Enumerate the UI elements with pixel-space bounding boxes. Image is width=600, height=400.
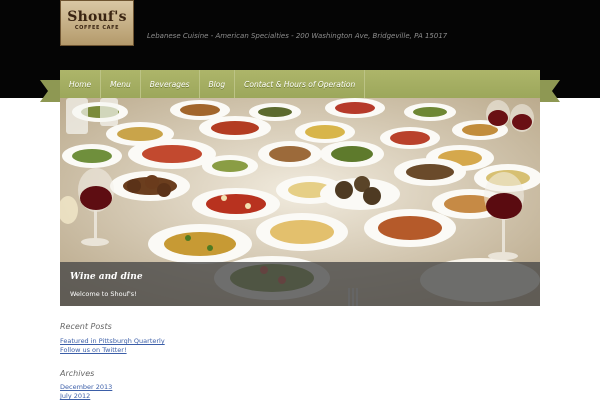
slider-caption-title: Wine and dine — [70, 272, 143, 282]
main-navigation: Home Menu Beverages Blog Contact & Hours… — [60, 70, 540, 98]
logo-subtext: COFFEE CAFE — [74, 25, 120, 31]
archive-link[interactable]: July 2012 — [60, 392, 90, 400]
site-logo[interactable]: Shouf's COFFEE CAFE — [60, 0, 134, 46]
recent-post-link[interactable]: Featured in Pittsburgh Quarterly — [60, 337, 165, 345]
nav-item-home[interactable]: Home — [60, 70, 102, 98]
nav-item-contact[interactable]: Contact & Hours of Operation — [235, 70, 366, 98]
site-tagline: Lebanese Cuisine - American Specialties … — [147, 32, 448, 40]
recent-post-link[interactable]: Follow us on Twitter! — [60, 346, 127, 354]
logo-wordmark: Shouf's — [67, 9, 127, 25]
slider-caption: Wine and dine Welcome to Shouf's! — [60, 262, 540, 306]
archives-heading: Archives — [60, 369, 95, 378]
nav-item-blog[interactable]: Blog — [200, 70, 236, 98]
recent-posts-heading: Recent Posts — [60, 322, 112, 331]
hero-slider[interactable]: Wine and dine Welcome to Shouf's! — [60, 98, 540, 306]
nav-item-beverages[interactable]: Beverages — [141, 70, 200, 98]
nav-item-menu[interactable]: Menu — [101, 70, 141, 98]
archive-link[interactable]: December 2013 — [60, 383, 112, 391]
slider-caption-subtitle: Welcome to Shouf's! — [70, 290, 137, 298]
